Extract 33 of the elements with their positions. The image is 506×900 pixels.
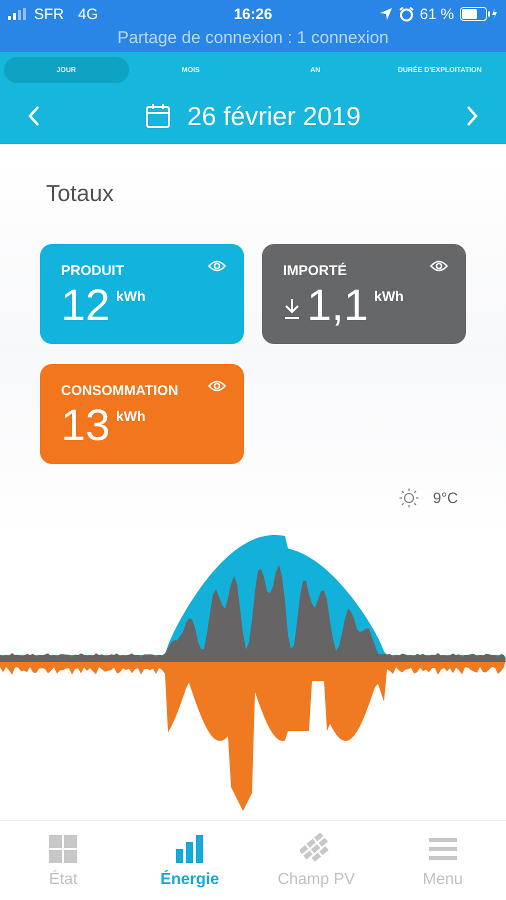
card-unit: kWh — [116, 408, 146, 424]
date-label[interactable]: 26 février 2019 — [187, 100, 361, 132]
section-title: Totaux — [46, 180, 114, 207]
temperature: 9°C — [432, 490, 458, 506]
clock-time: 16:26 — [234, 6, 272, 22]
card-label: IMPORTÉ — [283, 262, 347, 278]
eye-icon[interactable] — [208, 259, 226, 273]
signal-icon — [8, 8, 28, 20]
sun-icon — [398, 488, 419, 508]
calendar-icon — [145, 103, 172, 129]
battery-percent: 61 % — [420, 6, 454, 22]
eye-icon[interactable] — [208, 379, 226, 393]
location-arrow-icon — [378, 7, 393, 21]
nav-tab[interactable]: État — [0, 833, 126, 889]
card-unit: kWh — [116, 288, 146, 304]
card-value: 1,1 — [307, 282, 368, 330]
nav-tab[interactable]: Champ PV — [253, 833, 380, 889]
card-value: 12 — [61, 282, 110, 330]
card-value: 13 — [61, 402, 110, 450]
nav-tab[interactable]: Menu — [380, 833, 506, 889]
grid-icon — [47, 833, 80, 865]
eye-icon[interactable] — [430, 259, 448, 273]
carrier-name: SFR — [34, 6, 64, 22]
bar-chart-icon — [174, 833, 206, 865]
battery-charging-icon — [460, 7, 498, 21]
alarm-clock-icon — [398, 6, 414, 22]
card-unit: kWh — [374, 288, 404, 304]
network-type: 4G — [78, 6, 98, 22]
card-label: PRODUIT — [61, 262, 124, 278]
nav-tab[interactable]: Énergie — [126, 833, 253, 889]
card-label: CONSOMMATION — [61, 382, 178, 398]
download-arrow-icon — [283, 298, 301, 320]
hotspot-banner[interactable]: Partage de connexion : 1 connexion — [117, 28, 389, 48]
